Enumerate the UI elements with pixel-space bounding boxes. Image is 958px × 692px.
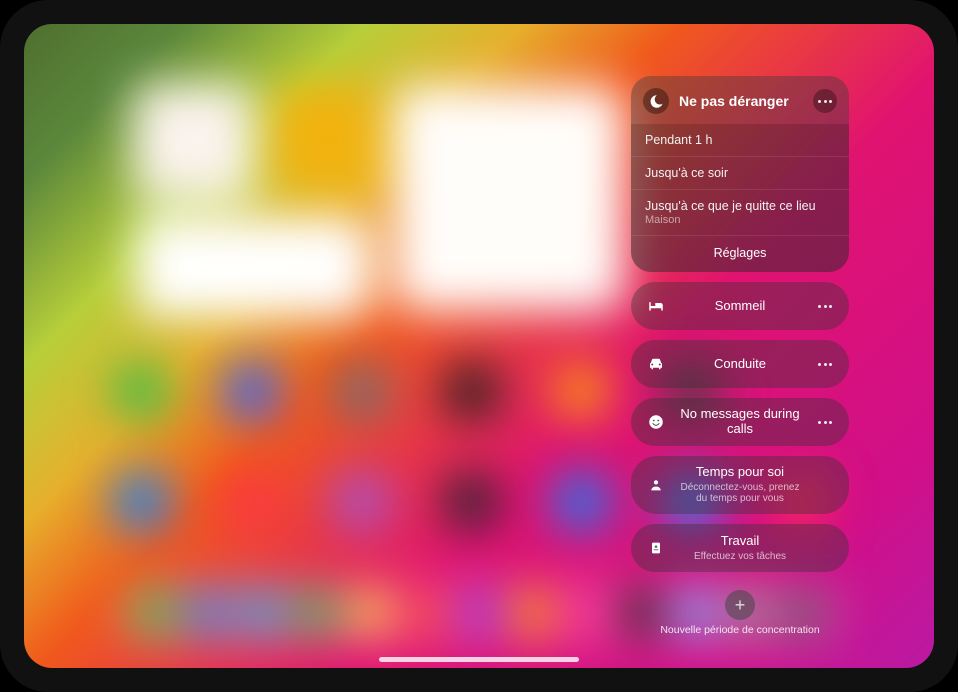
mode-subtitle: Déconnectez-vous, prenez du temps pour v… bbox=[677, 482, 803, 505]
settings-label: Réglages bbox=[714, 246, 767, 260]
mode-title: Temps pour soi bbox=[677, 465, 803, 480]
app-row-1 bbox=[114, 364, 719, 419]
dnd-more-button[interactable] bbox=[813, 89, 837, 113]
mode-text: Sommeil bbox=[677, 299, 803, 314]
app-icon bbox=[568, 589, 607, 637]
new-focus-label: Nouvelle période de concentration bbox=[631, 624, 849, 636]
moon-icon bbox=[643, 88, 669, 114]
dnd-title: Ne pas déranger bbox=[679, 93, 803, 109]
app-icon bbox=[351, 589, 390, 637]
app-icon bbox=[189, 589, 228, 637]
mode-more-button[interactable] bbox=[813, 294, 837, 318]
option-sublabel: Maison bbox=[645, 214, 835, 226]
smile-icon bbox=[645, 413, 667, 431]
dnd-option-evening[interactable]: Jusqu'à ce soir bbox=[631, 156, 849, 189]
option-label: Jusqu'à ce que je quitte ce lieu bbox=[645, 199, 816, 213]
mode-text: Travail Effectuez vos tâches bbox=[677, 534, 803, 562]
badge-icon bbox=[645, 540, 667, 556]
option-label: Jusqu'à ce soir bbox=[645, 166, 728, 180]
app-icon bbox=[334, 474, 389, 529]
dnd-option-1h[interactable]: Pendant 1 h bbox=[631, 124, 849, 156]
mode-title: Travail bbox=[677, 534, 803, 549]
car-icon bbox=[645, 355, 667, 373]
app-icon bbox=[224, 364, 279, 419]
focus-mode-car[interactable]: Conduite bbox=[631, 340, 849, 388]
app-icon bbox=[114, 364, 169, 419]
dnd-option-leave-location[interactable]: Jusqu'à ce que je quitte ce lieu Maison bbox=[631, 189, 849, 235]
focus-panel: Ne pas déranger Pendant 1 h Jusqu'à ce s… bbox=[631, 76, 849, 636]
app-icon bbox=[224, 474, 279, 529]
mode-title: No messages during calls bbox=[677, 407, 803, 437]
mode-title: Conduite bbox=[677, 357, 803, 372]
bed-icon bbox=[645, 297, 667, 315]
app-icon bbox=[554, 364, 609, 419]
app-icon bbox=[554, 474, 609, 529]
ellipsis-icon bbox=[818, 100, 832, 103]
new-focus-button[interactable]: + Nouvelle période de concentration bbox=[631, 590, 849, 636]
widget-calendar bbox=[394, 86, 624, 311]
dnd-card: Ne pas déranger Pendant 1 h Jusqu'à ce s… bbox=[631, 76, 849, 272]
focus-mode-person[interactable]: Temps pour soi Déconnectez-vous, prenez d… bbox=[631, 456, 849, 514]
widget-reminders bbox=[136, 217, 371, 317]
mode-more-button[interactable] bbox=[813, 352, 837, 376]
mode-more-button[interactable] bbox=[813, 410, 837, 434]
focus-modes-list: Sommeil Conduite No messages during calls T… bbox=[631, 282, 849, 572]
dnd-header[interactable]: Ne pas déranger bbox=[631, 76, 849, 124]
ellipsis-icon bbox=[818, 421, 832, 424]
app-icon bbox=[405, 589, 444, 637]
mode-title: Sommeil bbox=[677, 299, 803, 314]
mode-text: No messages during calls bbox=[677, 407, 803, 437]
option-label: Pendant 1 h bbox=[645, 133, 712, 147]
dnd-options: Pendant 1 h Jusqu'à ce soir Jusqu'à ce q… bbox=[631, 124, 849, 235]
screen: Ne pas déranger Pendant 1 h Jusqu'à ce s… bbox=[24, 24, 934, 668]
app-icon bbox=[297, 589, 336, 637]
app-icon bbox=[334, 364, 389, 419]
ellipsis-icon bbox=[818, 363, 832, 366]
app-icon bbox=[243, 589, 282, 637]
app-icon bbox=[514, 589, 553, 637]
widget-clock bbox=[134, 84, 254, 199]
app-icon bbox=[135, 589, 174, 637]
app-icon bbox=[114, 474, 169, 529]
widget-notes bbox=[274, 86, 379, 191]
person-icon bbox=[645, 477, 667, 493]
app-icon bbox=[444, 474, 499, 529]
mode-text: Temps pour soi Déconnectez-vous, prenez d… bbox=[677, 465, 803, 505]
mode-text: Conduite bbox=[677, 357, 803, 372]
focus-mode-bed[interactable]: Sommeil bbox=[631, 282, 849, 330]
ellipsis-icon bbox=[818, 305, 832, 308]
focus-mode-smile[interactable]: No messages during calls bbox=[631, 398, 849, 446]
plus-icon: + bbox=[725, 590, 755, 620]
mode-subtitle: Effectuez vos tâches bbox=[677, 551, 803, 563]
dnd-settings-button[interactable]: Réglages bbox=[631, 235, 849, 272]
focus-mode-badge[interactable]: Travail Effectuez vos tâches bbox=[631, 524, 849, 572]
app-icon bbox=[459, 589, 498, 637]
device-frame: Ne pas déranger Pendant 1 h Jusqu'à ce s… bbox=[0, 0, 958, 692]
home-indicator[interactable] bbox=[379, 657, 579, 662]
app-icon bbox=[444, 364, 499, 419]
